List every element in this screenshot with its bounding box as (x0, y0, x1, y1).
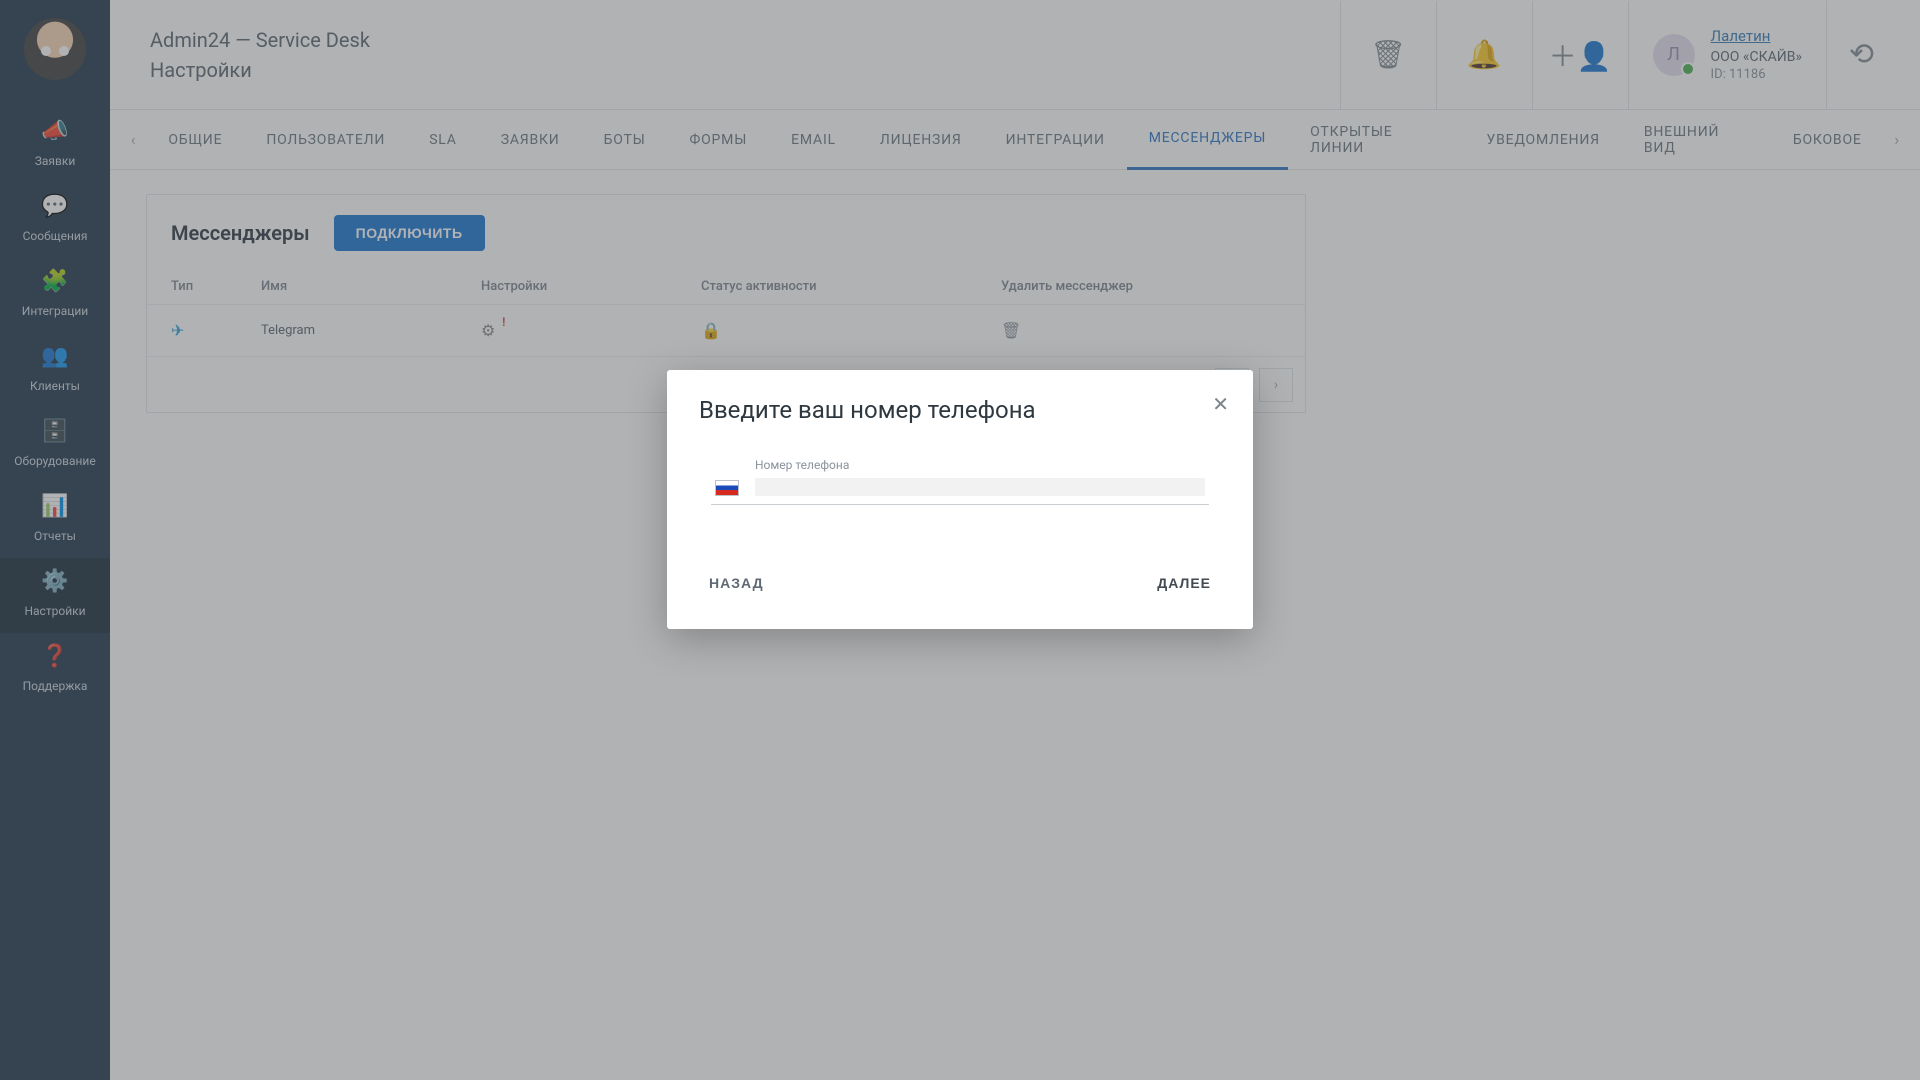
phone-input[interactable] (755, 478, 1205, 496)
phone-modal: Введите ваш номер телефона ✕ Номер телеф… (667, 370, 1253, 629)
flag-ru-icon[interactable] (715, 480, 739, 496)
phone-field: Номер телефона (755, 458, 1205, 496)
modal-title: Введите ваш номер телефона (699, 396, 1221, 424)
next-button[interactable]: ДАЛЕЕ (1151, 565, 1217, 601)
back-button[interactable]: НАЗАД (703, 565, 770, 601)
modal-actions: НАЗАД ДАЛЕЕ (699, 565, 1221, 601)
phone-input-row: Номер телефона (711, 458, 1209, 505)
phone-label: Номер телефона (755, 458, 1205, 472)
close-icon[interactable]: ✕ (1212, 392, 1229, 416)
modal-overlay[interactable]: Введите ваш номер телефона ✕ Номер телеф… (0, 0, 1920, 1080)
